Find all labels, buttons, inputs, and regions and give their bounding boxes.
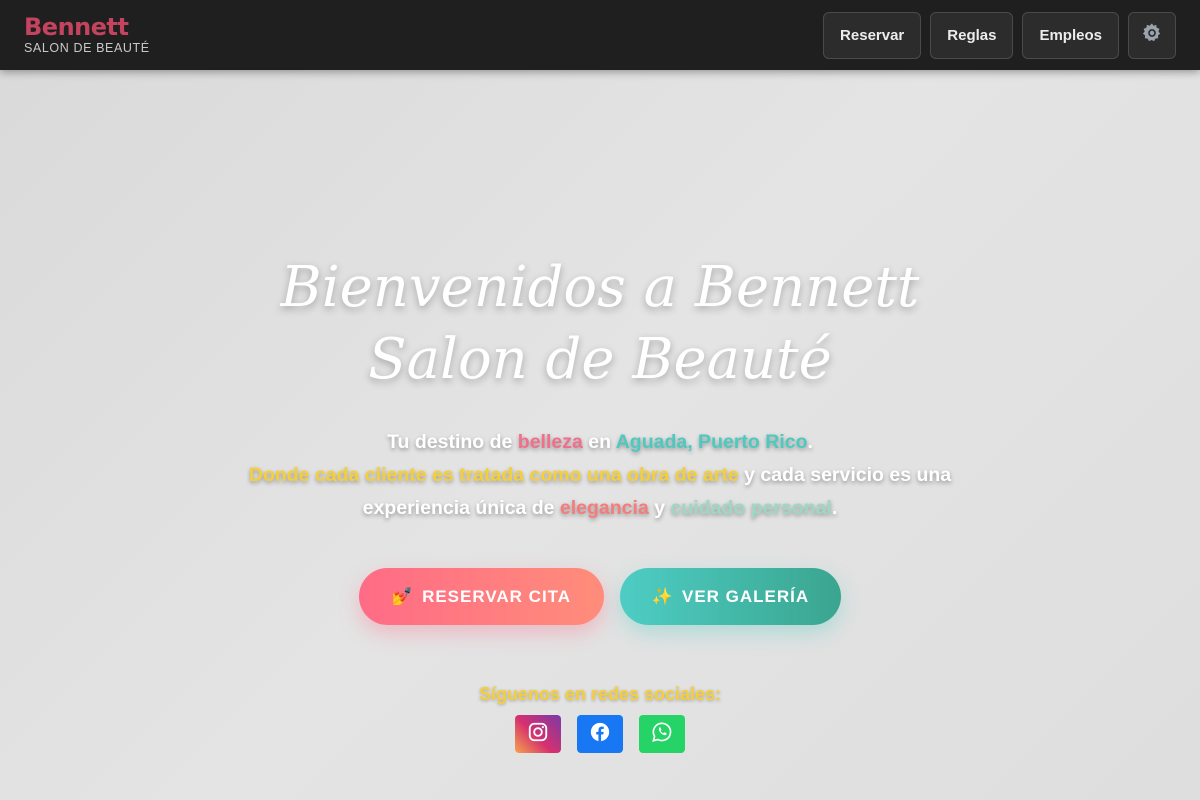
settings-button[interactable] (1128, 11, 1176, 59)
hero-title: Bienvenidos a Bennett Salon de Beauté (240, 252, 960, 396)
gear-icon (1141, 22, 1163, 48)
brand-name: Bennett (24, 13, 129, 42)
text-segment: . (807, 431, 813, 453)
brand-subtitle: SALON DE BEAUTÉ (24, 41, 150, 56)
highlight-obra-de-arte: Donde cada cliente es tratada como una o… (248, 464, 739, 486)
highlight-cuidado: cuidado personal (670, 497, 832, 519)
ver-galeria-button[interactable]: ✨ VER GALERÍA (620, 568, 841, 625)
facebook-link[interactable] (577, 715, 623, 753)
sparkles-icon: ✨ (651, 586, 674, 606)
ver-galeria-label: VER GALERÍA (681, 586, 810, 606)
text-segment: y (648, 497, 671, 519)
cta-row: 💅 RESERVAR CITA ✨ VER GALERÍA (359, 568, 841, 625)
reservar-cita-label: RESERVAR CITA (422, 586, 572, 606)
social-label: Síguenos en redes sociales: (478, 684, 722, 704)
hero-section: Bienvenidos a Bennett Salon de Beauté Tu… (0, 70, 1200, 800)
empleos-button[interactable]: Empleos (1022, 11, 1119, 59)
highlight-elegancia: elegancia (559, 497, 649, 519)
reservar-cita-button[interactable]: 💅 RESERVAR CITA (359, 568, 604, 625)
hero-description: Tu destino de belleza en Aguada, Puerto … (240, 426, 960, 525)
highlight-location: Aguada, Puerto Rico (615, 431, 808, 453)
highlight-belleza: belleza (517, 431, 583, 453)
instagram-icon (527, 721, 549, 748)
hero-title-line2: Salon de Beauté (368, 327, 832, 392)
nail-polish-icon: 💅 (391, 586, 415, 606)
top-navbar: Bennett SALON DE BEAUTÉ Reservar Reglas … (0, 0, 1200, 70)
facebook-icon (589, 721, 611, 748)
social-links (515, 715, 685, 753)
text-segment: en (582, 431, 616, 453)
text-segment: Tu destino de (387, 431, 518, 453)
brand-logo[interactable]: Bennett SALON DE BEAUTÉ (24, 15, 150, 55)
whatsapp-icon (651, 721, 673, 748)
text-segment: . (831, 497, 838, 519)
whatsapp-link[interactable] (639, 715, 685, 753)
nav-actions: Reservar Reglas Empleos (823, 11, 1176, 59)
reservar-button[interactable]: Reservar (823, 11, 922, 59)
instagram-link[interactable] (515, 715, 561, 753)
reglas-button[interactable]: Reglas (930, 11, 1014, 59)
hero-title-line1: Bienvenidos a Bennett (280, 255, 920, 320)
